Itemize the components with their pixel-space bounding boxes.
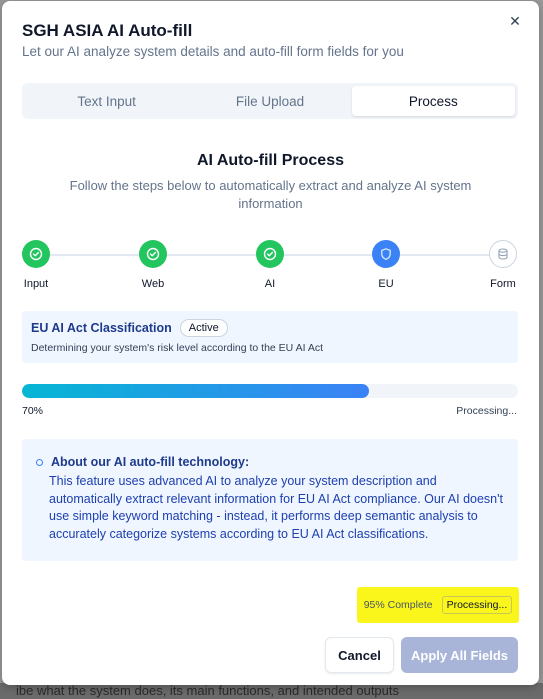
database-icon xyxy=(489,240,517,268)
tab-file-upload[interactable]: File Upload xyxy=(188,86,351,116)
processing-badge: Processing... xyxy=(441,596,513,614)
process-description: Follow the steps below to automatically … xyxy=(69,178,472,211)
step-label: EU xyxy=(378,278,394,290)
step-form: Form xyxy=(473,240,533,290)
dialog-subtitle: Let our AI analyze system details and au… xyxy=(22,44,404,59)
tab-text-input[interactable]: Text Input xyxy=(25,86,188,116)
progress-percent: 70% xyxy=(22,405,44,417)
tab-process[interactable]: Process xyxy=(351,86,515,116)
step-label: Web xyxy=(141,278,165,290)
current-step-card: EU AI Act Classification Active Determini… xyxy=(22,311,518,363)
step-label: Form xyxy=(490,278,516,290)
cancel-button[interactable]: Cancel xyxy=(325,637,394,673)
close-icon[interactable]: ✕ xyxy=(505,11,525,31)
progress-status: Processing... xyxy=(456,405,517,417)
current-step-description: Determining your system's risk level acc… xyxy=(31,342,324,355)
autofill-dialog: ✕ SGH ASIA AI Auto-fill Let our AI analy… xyxy=(2,1,539,685)
tab-list: Text Input File Upload Process xyxy=(22,83,518,119)
check-icon xyxy=(22,240,50,268)
progress-bar xyxy=(22,384,518,398)
progress-fill xyxy=(22,384,370,398)
dialog-title: SGH ASIA AI Auto-fill xyxy=(22,21,193,40)
step-label: AI xyxy=(264,278,276,290)
check-icon xyxy=(139,240,167,268)
completion-text: 95% Complete xyxy=(363,599,433,611)
current-step-name: EU AI Act Classification xyxy=(31,321,172,335)
apply-all-fields-button[interactable]: Apply All Fields xyxy=(401,637,518,673)
check-icon xyxy=(256,240,284,268)
shield-icon xyxy=(372,240,400,268)
completion-status: 95% Complete Processing... xyxy=(357,587,519,623)
step-input: Input xyxy=(6,240,66,290)
process-title: AI Auto-fill Process xyxy=(197,152,344,169)
step-indicator: Input Web AI EU Form xyxy=(22,240,518,296)
step-label: Input xyxy=(23,278,49,290)
status-badge: Active xyxy=(179,319,228,337)
step-eu: EU xyxy=(356,240,416,290)
info-heading-text: About our AI auto-fill technology: xyxy=(51,455,250,469)
background-form-text: ibe what the system does, its main funct… xyxy=(0,683,543,699)
info-heading: About our AI auto-fill technology: xyxy=(36,455,504,469)
step-ai: AI xyxy=(240,240,300,290)
info-box: About our AI auto-fill technology: This … xyxy=(22,439,518,561)
step-web: Web xyxy=(123,240,183,290)
bullet-icon xyxy=(36,458,43,466)
info-body: This feature uses advanced AI to analyze… xyxy=(49,474,503,541)
